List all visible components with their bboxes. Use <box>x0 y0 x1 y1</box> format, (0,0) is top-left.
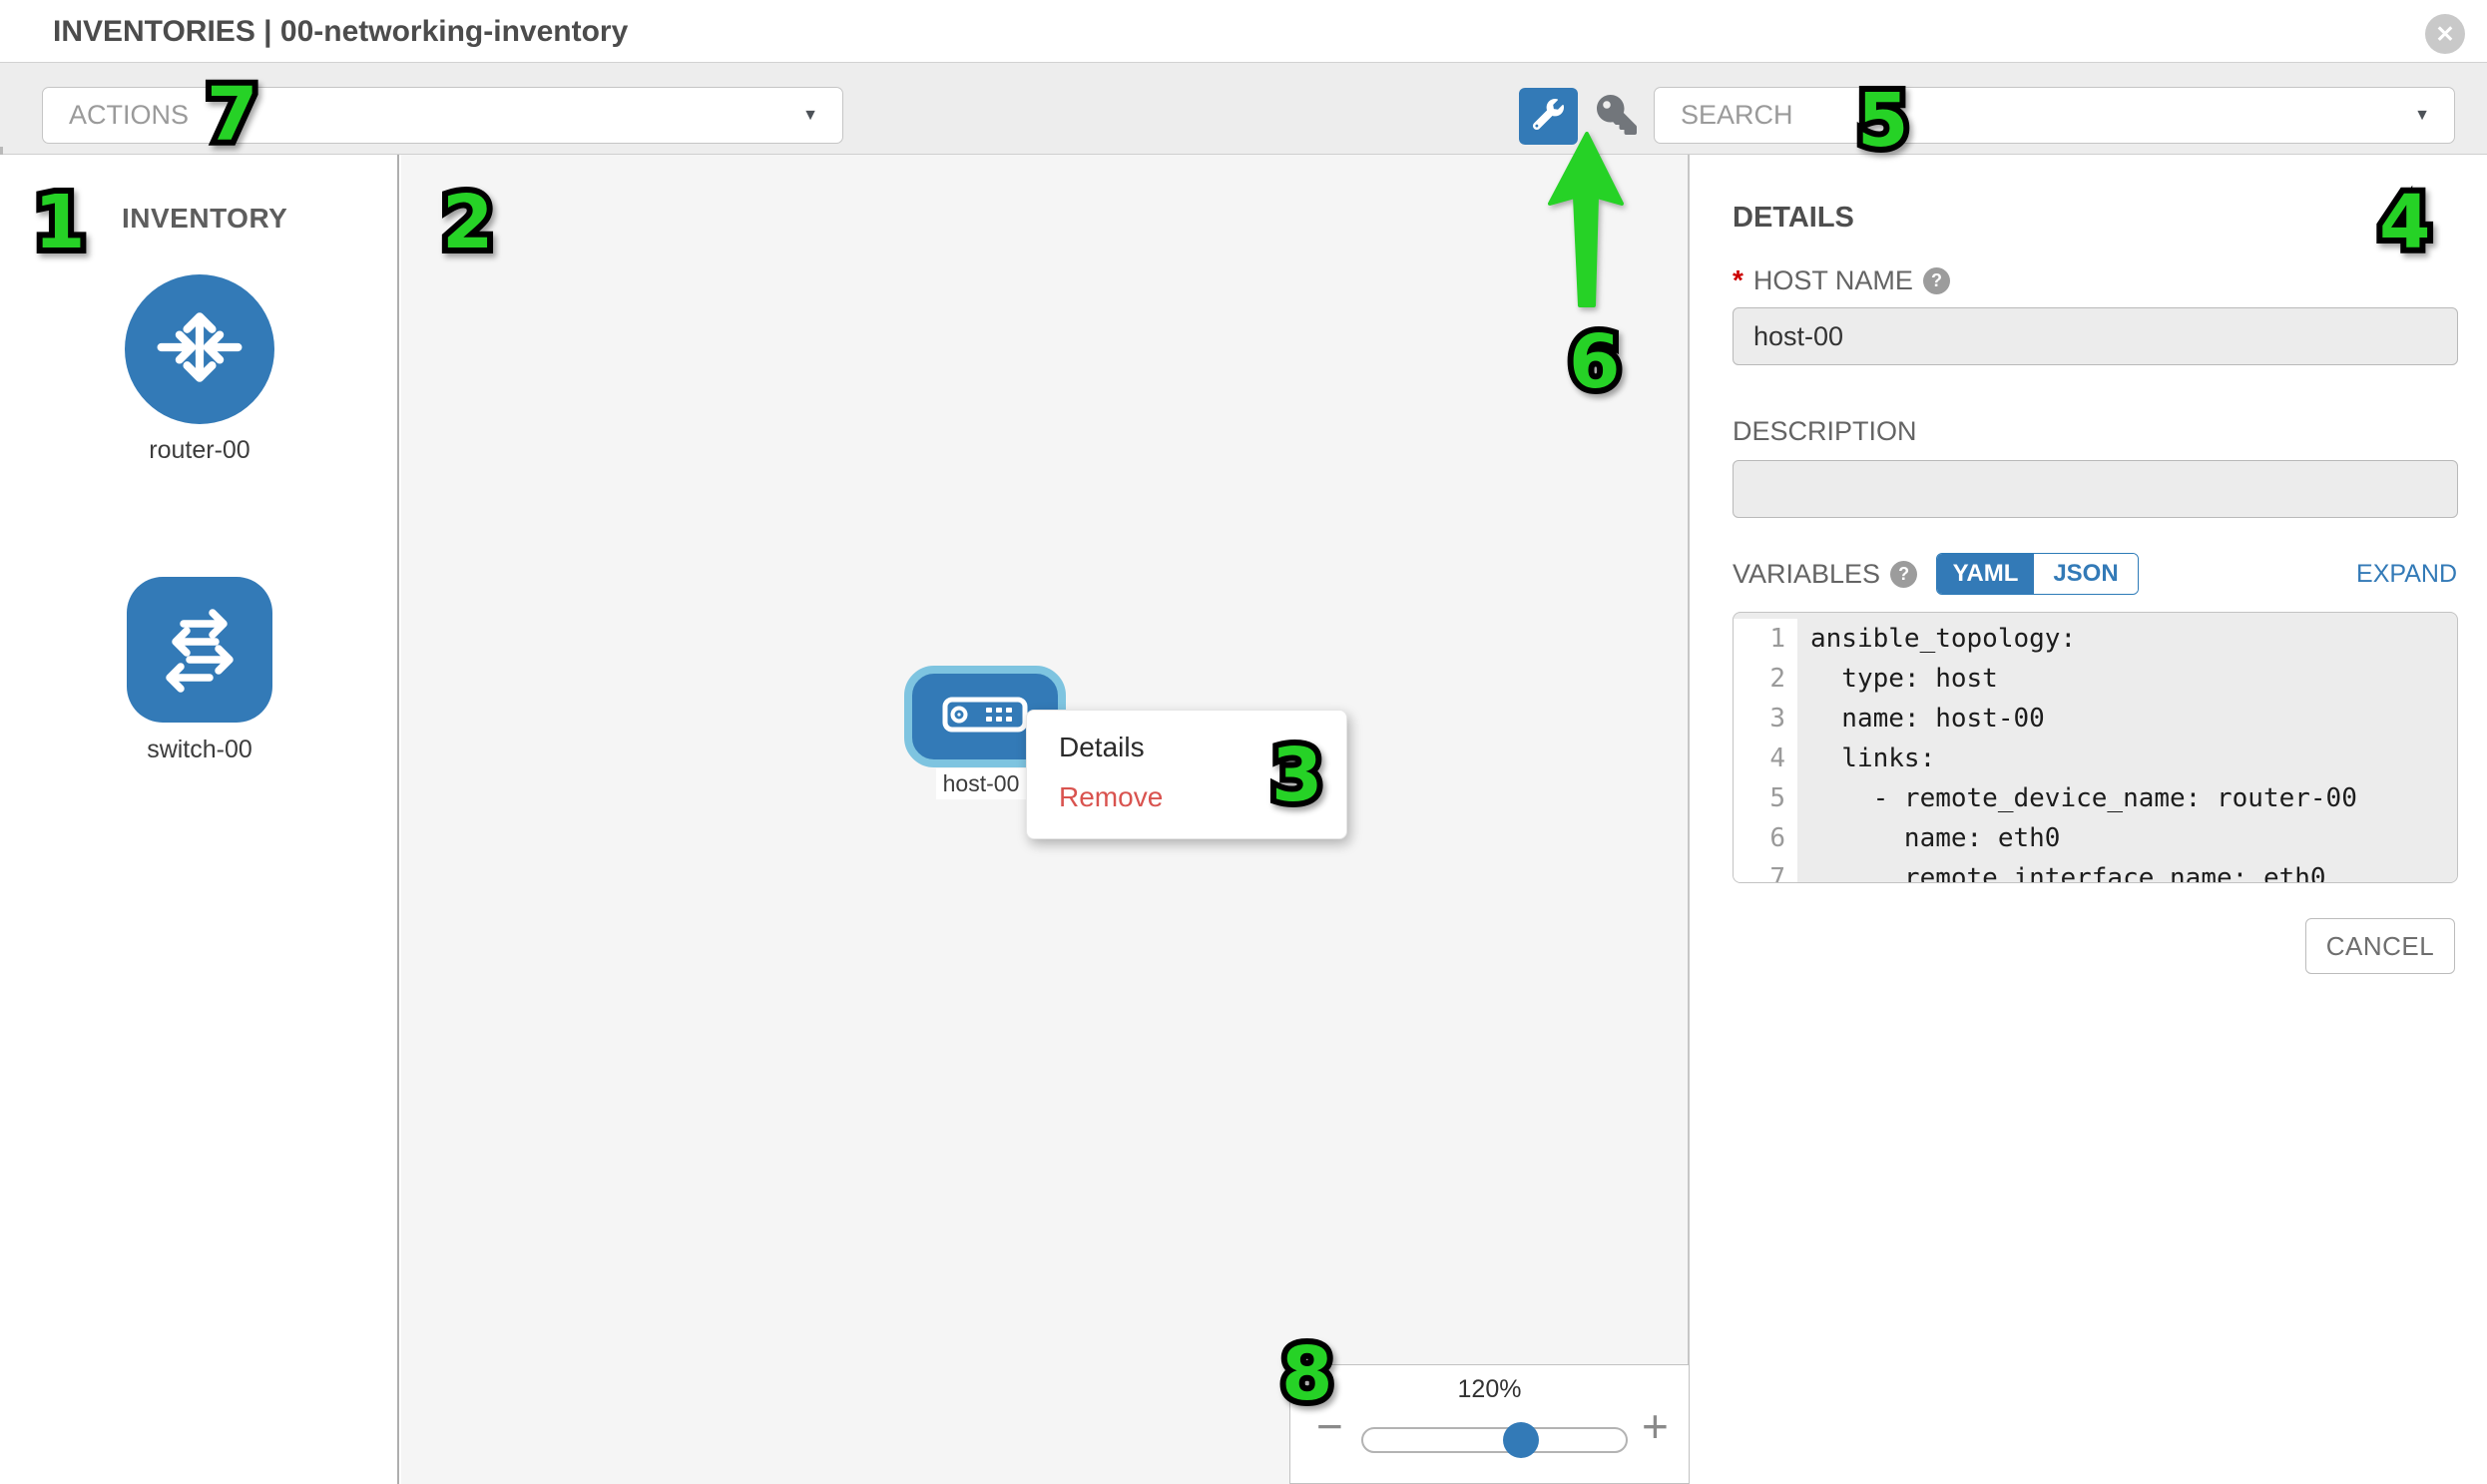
line-code: type: host <box>1797 659 2457 699</box>
configure-topology-button[interactable] <box>1519 88 1578 145</box>
line-code: ansible_topology: <box>1797 619 2457 659</box>
variables-label-row: VARIABLES ? <box>1733 559 1917 590</box>
sidebar-item-switch[interactable] <box>127 577 272 723</box>
chevron-down-icon: ▼ <box>2414 107 2430 125</box>
line-code: - remote_device_name: router-00 <box>1797 778 2457 818</box>
close-icon[interactable]: ✕ <box>2425 14 2465 54</box>
menu-item-remove[interactable]: Remove <box>1027 772 1346 822</box>
help-icon[interactable]: ? <box>1923 267 1950 294</box>
actions-dropdown[interactable]: ACTIONS ▼ <box>42 87 843 144</box>
menu-item-details[interactable]: Details <box>1027 723 1346 772</box>
editor-line: 3 name: host-00 <box>1734 699 2457 739</box>
expand-link[interactable]: EXPAND <box>2356 560 2457 589</box>
actions-dropdown-label: ACTIONS <box>69 100 189 131</box>
editor-line: 5 - remote_device_name: router-00 <box>1734 778 2457 818</box>
inventory-topology-app: INVENTORIES | 00-networking-inventory ✕ … <box>0 0 2487 1484</box>
chevron-down-icon: ▼ <box>802 107 818 125</box>
variables-code-editor[interactable]: 1 ansible_topology: 2 type: host 3 name:… <box>1733 612 2458 883</box>
description-label-row: DESCRIPTION <box>1733 416 1917 447</box>
topology-canvas[interactable]: host-00 Details Remove 120% − + <box>401 155 1690 1484</box>
zoom-level-value: 120% <box>1290 1375 1689 1404</box>
host-name-input[interactable] <box>1733 307 2458 365</box>
search-dropdown[interactable]: SEARCH ▼ <box>1654 87 2455 144</box>
sidebar-item-label: router-00 <box>70 436 329 465</box>
line-number: 1 <box>1734 619 1797 659</box>
key-icon <box>1597 95 1637 140</box>
sidebar-heading: INVENTORY <box>122 203 287 235</box>
line-code: links: <box>1797 739 2457 778</box>
zoom-out-button[interactable]: − <box>1316 1403 1343 1449</box>
description-input[interactable] <box>1733 460 2458 518</box>
toggle-yaml-button[interactable]: YAML <box>1937 554 2034 594</box>
search-dropdown-label: SEARCH <box>1681 100 1793 131</box>
editor-line: 7 remote_interface_name: eth0 <box>1734 858 2457 883</box>
cancel-button[interactable]: CANCEL <box>2305 918 2455 974</box>
details-heading: DETAILS <box>1733 202 1854 235</box>
line-number: 5 <box>1734 778 1797 818</box>
line-number: 4 <box>1734 739 1797 778</box>
editor-line: 6 name: eth0 <box>1734 818 2457 858</box>
header: INVENTORIES | 00-networking-inventory ✕ <box>0 0 2487 62</box>
line-code: name: eth0 <box>1797 818 2457 858</box>
line-code: remote_interface_name: eth0 <box>1797 858 2457 883</box>
zoom-slider-thumb[interactable] <box>1503 1422 1539 1458</box>
line-number: 2 <box>1734 659 1797 699</box>
switch-icon <box>150 598 249 703</box>
router-icon <box>152 299 248 400</box>
line-number: 6 <box>1734 818 1797 858</box>
variables-label: VARIABLES <box>1733 559 1880 590</box>
editor-line: 1 ansible_topology: <box>1734 619 2457 659</box>
line-number: 3 <box>1734 699 1797 739</box>
zoom-slider-track[interactable] <box>1361 1427 1628 1453</box>
variables-format-toggle: YAML JSON <box>1936 553 2139 595</box>
line-code: name: host-00 <box>1797 699 2457 739</box>
editor-line: 4 links: <box>1734 739 2457 778</box>
node-context-menu: Details Remove <box>1026 710 1347 839</box>
host-icon <box>942 697 1028 738</box>
toolbar: ACTIONS ▼ SEARCH ▼ <box>0 62 2487 155</box>
toggle-json-button[interactable]: JSON <box>2034 554 2138 594</box>
sidebar-item-label: switch-00 <box>70 736 329 764</box>
details-panel: DETAILS * HOST NAME ? DESCRIPTION VARIAB… <box>1692 155 2487 1484</box>
host-name-label: HOST NAME <box>1753 265 1913 296</box>
sidebar-item-router[interactable] <box>125 274 274 424</box>
line-number: 7 <box>1734 858 1797 883</box>
zoom-in-button[interactable]: + <box>1642 1403 1669 1449</box>
description-label: DESCRIPTION <box>1733 416 1917 447</box>
host-name-label-row: * HOST NAME ? <box>1733 264 1950 296</box>
host-node-label: host-00 <box>936 768 1026 799</box>
inventory-sidebar: INVENTORY router-00 <box>0 155 399 1484</box>
help-icon[interactable]: ? <box>1890 561 1917 588</box>
zoom-control: 120% − + <box>1289 1364 1690 1484</box>
editor-line: 2 type: host <box>1734 659 2457 699</box>
wrench-icon <box>1533 99 1564 135</box>
key-credentials-button[interactable] <box>1591 90 1643 144</box>
required-marker: * <box>1733 264 1743 296</box>
page-title: INVENTORIES | 00-networking-inventory <box>53 15 628 49</box>
